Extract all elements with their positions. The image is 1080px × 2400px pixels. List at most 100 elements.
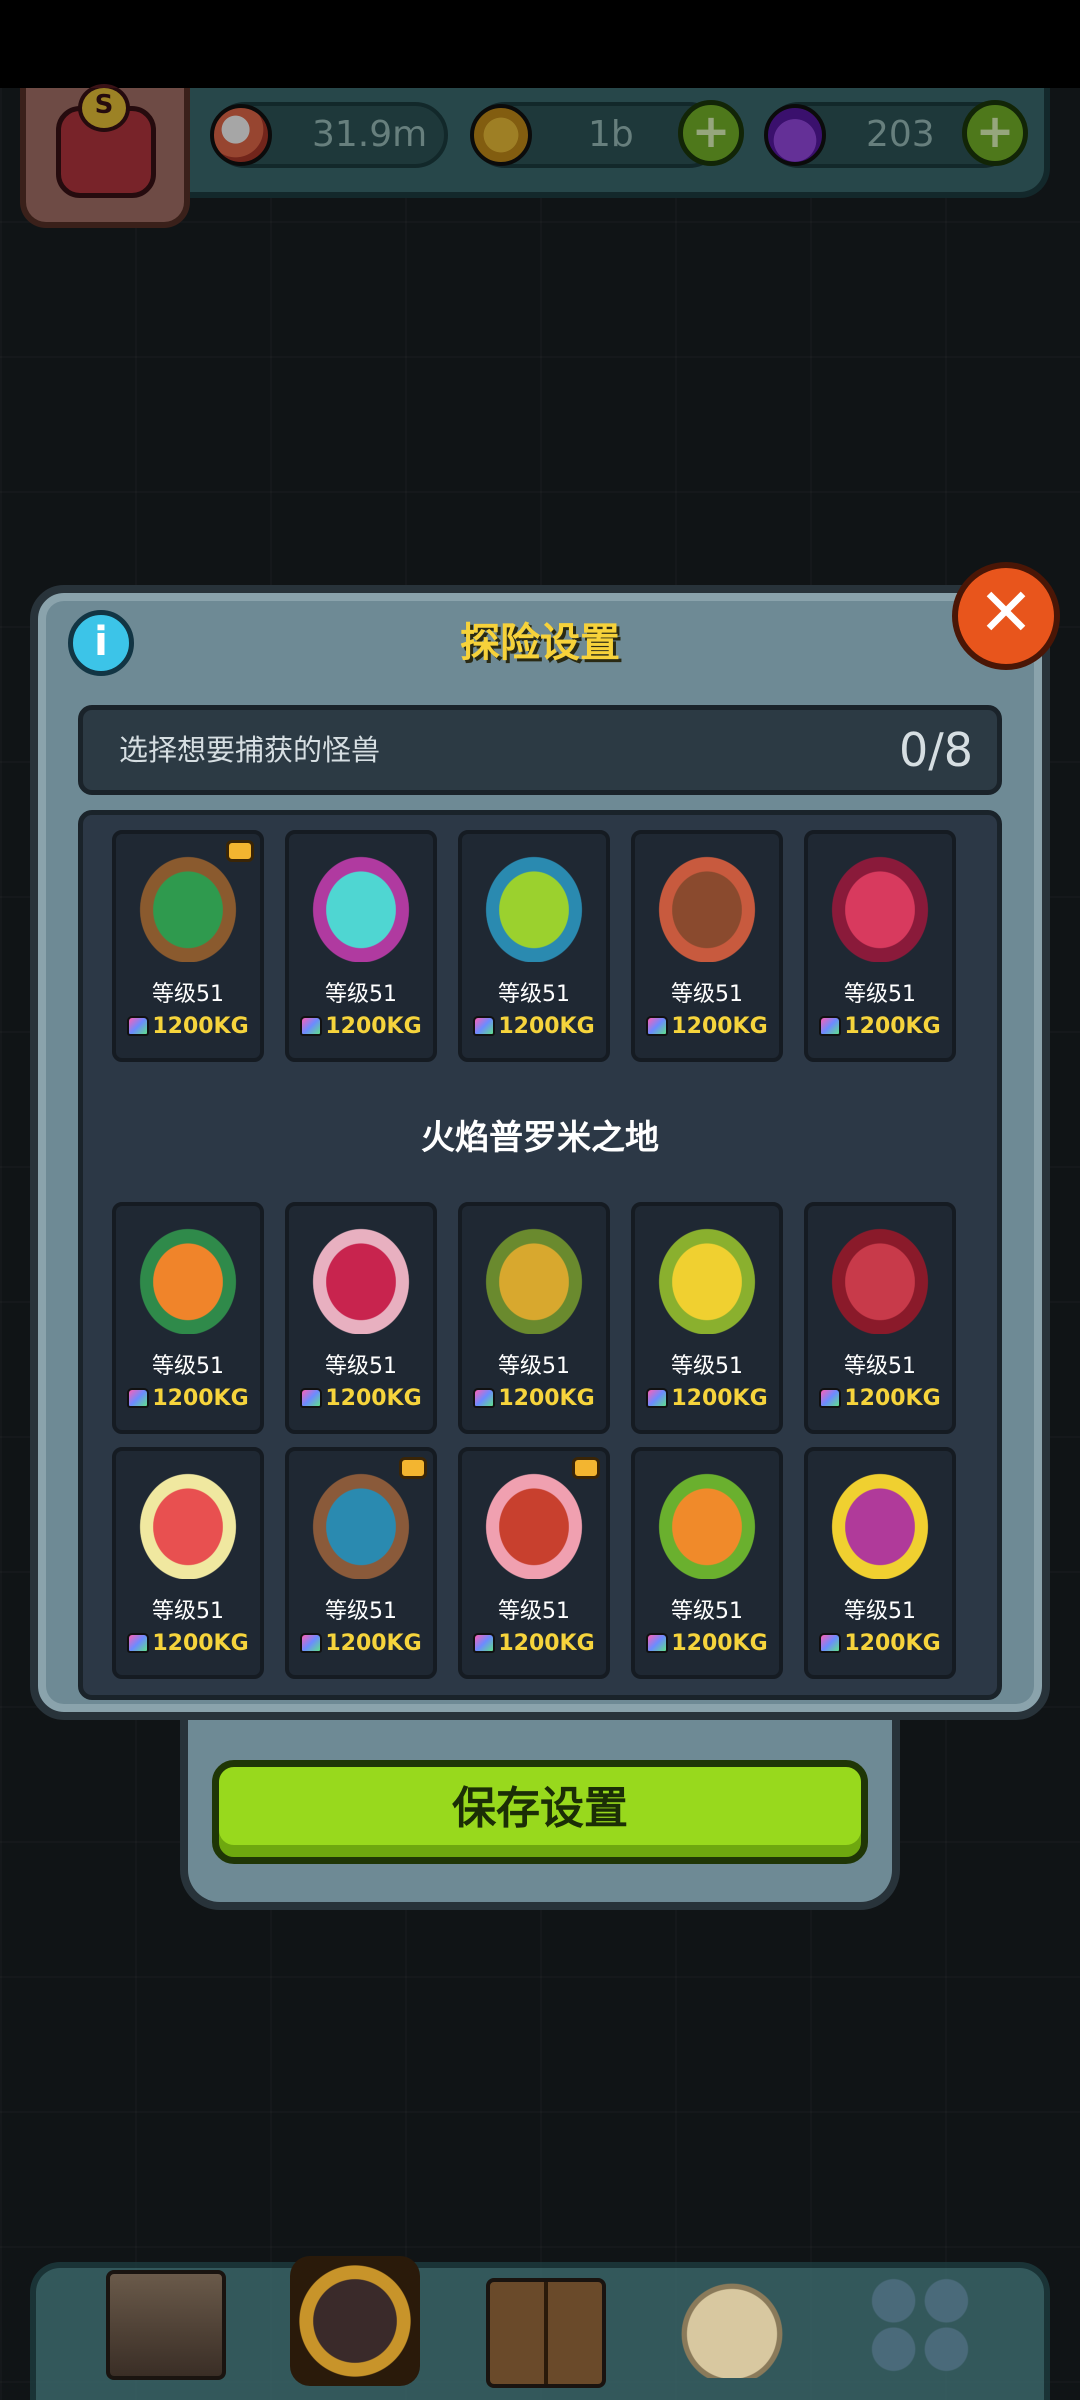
monster-card[interactable]: 等级51 1200KG — [458, 830, 610, 1062]
monster-card[interactable]: 等级51 1200KG — [631, 1202, 783, 1434]
monster-weight-value: 1200KG — [844, 1386, 941, 1411]
monster-level: 等级51 — [325, 1599, 397, 1624]
monster-icon — [130, 1218, 246, 1334]
monster-weight-value: 1200KG — [671, 1631, 768, 1656]
weight-icon — [819, 1016, 842, 1036]
weight-icon — [473, 1633, 496, 1653]
monster-card[interactable]: 等级51 1200KG — [285, 830, 437, 1062]
monster-card[interactable]: 等级51 1200KG — [804, 830, 956, 1062]
monster-weight: 1200KG — [462, 1014, 606, 1039]
monster-card[interactable]: 等级51 1200KG — [285, 1202, 437, 1434]
weight-icon — [646, 1016, 669, 1036]
monster-weight-value: 1200KG — [498, 1631, 595, 1656]
selection-header: 选择想要捕获的怪兽 0/8 — [78, 705, 1002, 795]
monster-weight-value: 1200KG — [844, 1014, 941, 1039]
monster-weight: 1200KG — [808, 1014, 952, 1039]
monster-card[interactable]: 等级51 1200KG — [285, 1447, 437, 1679]
monster-weight: 1200KG — [808, 1386, 952, 1411]
dungeon-icon[interactable] — [290, 2256, 420, 2386]
weight-icon — [127, 1633, 150, 1653]
monster-weight-value: 1200KG — [325, 1014, 422, 1039]
monster-level: 等级51 — [844, 1599, 916, 1624]
monster-icon — [822, 1218, 938, 1334]
weight-icon — [646, 1633, 669, 1653]
monster-weight: 1200KG — [289, 1631, 433, 1656]
monster-level: 等级51 — [152, 982, 224, 1007]
monster-icon — [476, 1218, 592, 1334]
monster-badge-icon — [226, 840, 254, 862]
monster-weight-value: 1200KG — [498, 1386, 595, 1411]
monster-weight: 1200KG — [808, 1631, 952, 1656]
monster-card[interactable]: 等级51 1200KG — [804, 1447, 956, 1679]
monster-card[interactable]: 等级51 1200KG — [112, 1447, 264, 1679]
monster-weight-value: 1200KG — [152, 1631, 249, 1656]
monster-weight-value: 1200KG — [325, 1631, 422, 1656]
monster-level: 等级51 — [152, 1354, 224, 1379]
monster-weight: 1200KG — [635, 1386, 779, 1411]
save-settings-button[interactable]: 保存设置 — [212, 1760, 868, 1864]
monster-weight: 1200KG — [635, 1631, 779, 1656]
close-button[interactable]: ✕ — [952, 562, 1060, 670]
monster-level: 等级51 — [844, 982, 916, 1007]
monster-icon — [303, 846, 419, 962]
monster-level: 等级51 — [671, 982, 743, 1007]
selected-count: 0/8 — [898, 723, 973, 777]
monster-icon — [649, 1463, 765, 1579]
region-title: 火焰普罗米之地 — [421, 1118, 659, 1158]
weight-icon — [300, 1388, 323, 1408]
monster-weight-value: 1200KG — [671, 1386, 768, 1411]
monster-card[interactable]: 等级51 1200KG — [112, 1202, 264, 1434]
monster-icon — [822, 846, 938, 962]
monster-card[interactable]: 等级51 1200KG — [458, 1202, 610, 1434]
monster-card[interactable]: 等级51 1200KG — [804, 1202, 956, 1434]
monster-weight: 1200KG — [289, 1386, 433, 1411]
monster-icon — [649, 846, 765, 962]
monster-level: 等级51 — [325, 982, 397, 1007]
monster-weight: 1200KG — [289, 1014, 433, 1039]
monster-weight: 1200KG — [462, 1386, 606, 1411]
monster-weight-value: 1200KG — [844, 1631, 941, 1656]
monster-icon — [476, 846, 592, 962]
weight-icon — [473, 1388, 496, 1408]
monster-weight: 1200KG — [116, 1631, 260, 1656]
bag-icon[interactable] — [672, 2268, 792, 2378]
monster-level: 等级51 — [498, 1599, 570, 1624]
monster-icon — [303, 1463, 419, 1579]
weight-icon — [300, 1633, 323, 1653]
monster-weight: 1200KG — [462, 1631, 606, 1656]
monster-level: 等级51 — [671, 1354, 743, 1379]
monster-level: 等级51 — [844, 1354, 916, 1379]
monster-card[interactable]: 等级51 1200KG — [631, 830, 783, 1062]
weight-icon — [819, 1633, 842, 1653]
monster-icon — [649, 1218, 765, 1334]
monster-card[interactable]: 等级51 1200KG — [631, 1447, 783, 1679]
weight-icon — [300, 1016, 323, 1036]
monster-weight-value: 1200KG — [325, 1386, 422, 1411]
dialog-title: 探险设置 — [460, 620, 620, 666]
monster-level: 等级51 — [325, 1354, 397, 1379]
monster-icon — [822, 1463, 938, 1579]
monster-card[interactable]: 等级51 1200KG — [112, 830, 264, 1062]
weight-icon — [127, 1388, 150, 1408]
monster-weight-value: 1200KG — [152, 1014, 249, 1039]
grid-menu-icon[interactable] — [860, 2270, 980, 2380]
monster-level: 等级51 — [152, 1599, 224, 1624]
monster-icon — [130, 1463, 246, 1579]
weight-icon — [646, 1388, 669, 1408]
monster-card[interactable]: 等级51 1200KG — [458, 1447, 610, 1679]
status-bar — [0, 0, 1080, 88]
monster-weight-value: 1200KG — [498, 1014, 595, 1039]
monster-badge-icon — [572, 1457, 600, 1479]
monster-weight-value: 1200KG — [671, 1014, 768, 1039]
shop-icon[interactable] — [106, 2270, 226, 2380]
monster-icon — [130, 846, 246, 962]
monster-weight: 1200KG — [635, 1014, 779, 1039]
weight-icon — [127, 1016, 150, 1036]
monster-icon — [476, 1463, 592, 1579]
book-icon[interactable] — [486, 2278, 606, 2388]
select-label: 选择想要捕获的怪兽 — [119, 733, 381, 767]
weight-icon — [473, 1016, 496, 1036]
monster-icon — [303, 1218, 419, 1334]
monster-level: 等级51 — [498, 982, 570, 1007]
monster-badge-icon — [399, 1457, 427, 1479]
